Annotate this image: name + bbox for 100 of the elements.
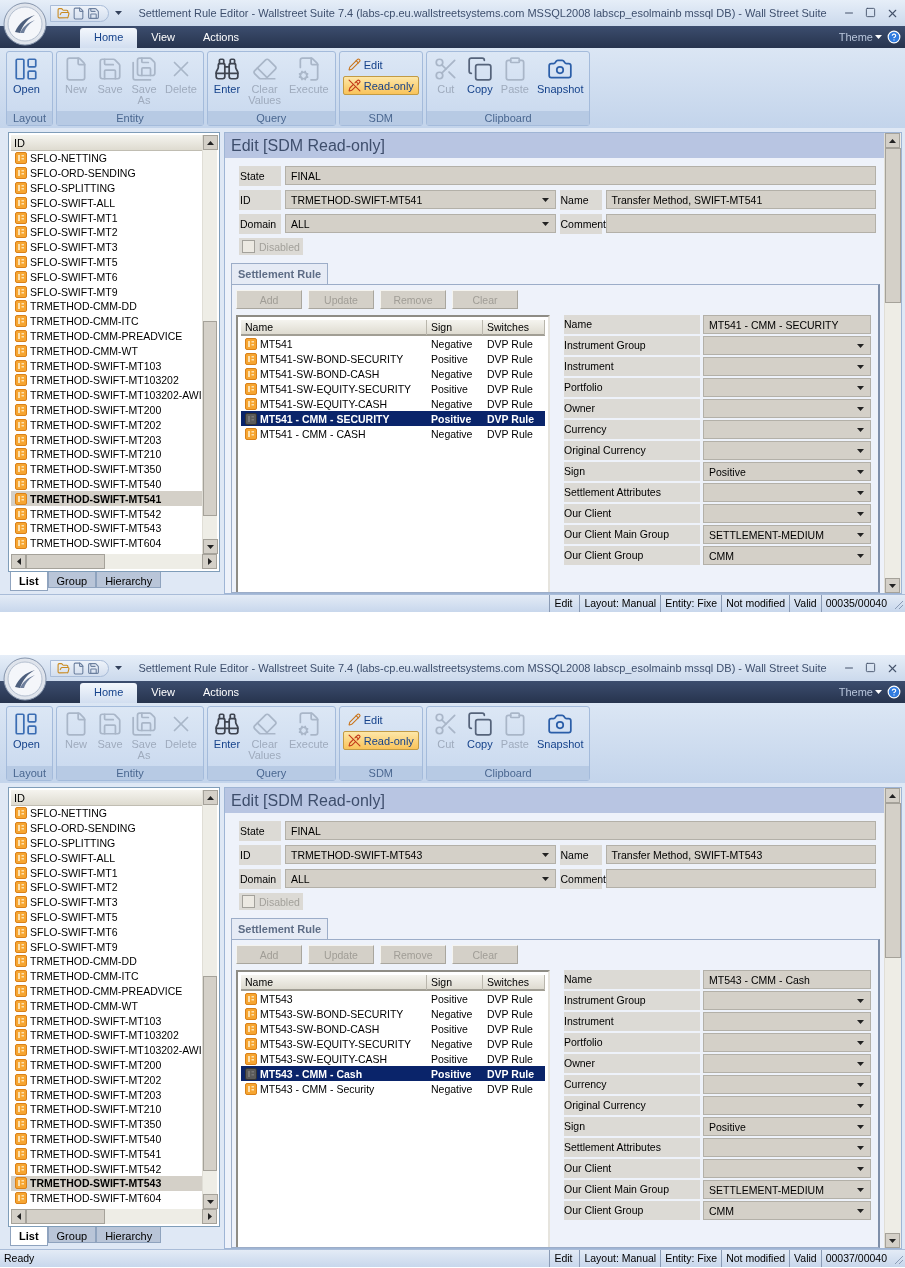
dropdown-field[interactable]: CMM <box>703 1201 871 1220</box>
dropdown-field[interactable]: Positive <box>703 1117 871 1136</box>
ribbon-button[interactable]: Copy <box>463 54 496 111</box>
list-item[interactable]: TRMETHOD-CMM-PREADVICE <box>11 983 202 999</box>
text-field[interactable]: FINAL <box>285 166 876 185</box>
list-item[interactable]: TRMETHOD-CMM-WT <box>11 343 202 359</box>
ribbon-button[interactable]: Copy <box>463 709 496 766</box>
column-header[interactable]: ID <box>11 135 202 151</box>
list-item[interactable]: TRMETHOD-SWIFT-MT540 <box>11 1131 202 1147</box>
rule-row[interactable]: MT541 - CMM - SECURITY Positive DVP Rule <box>241 411 545 426</box>
list-item[interactable]: SFLO-SPLITTING <box>11 180 202 196</box>
list-item[interactable]: TRMETHOD-SWIFT-MT200 <box>11 402 202 418</box>
list-item[interactable]: TRMETHOD-SWIFT-MT350 <box>11 461 202 477</box>
ribbon-tab[interactable]: Actions <box>189 28 254 48</box>
ribbon-tab[interactable]: Actions <box>189 683 254 703</box>
list-item[interactable]: TRMETHOD-SWIFT-MT103202-AWI <box>11 387 202 403</box>
column-header[interactable]: Sign <box>427 320 483 335</box>
list-item[interactable]: SFLO-SWIFT-MT6 <box>11 269 202 285</box>
list-item[interactable]: TRMETHOD-SWIFT-MT203 <box>11 432 202 447</box>
ribbon-button[interactable]: Snapshot <box>534 709 587 766</box>
horizontal-scrollbar[interactable] <box>11 1209 217 1224</box>
ribbon-toggle-button[interactable]: Edit <box>342 55 419 74</box>
dropdown-field[interactable] <box>703 357 871 376</box>
dropdown-field[interactable] <box>703 483 871 502</box>
column-header[interactable]: Name <box>241 975 427 990</box>
ribbon-button[interactable]: Enter <box>210 54 244 111</box>
text-field[interactable] <box>605 214 876 233</box>
ribbon-tab[interactable]: Home <box>80 28 138 48</box>
theme-menu[interactable]: Theme <box>838 31 873 43</box>
list-item[interactable]: TRMETHOD-SWIFT-MT540 <box>11 476 202 492</box>
list-item[interactable]: TRMETHOD-SWIFT-MT604 <box>11 1190 202 1206</box>
dropdown-field[interactable]: TRMETHOD-SWIFT-MT541 <box>285 190 556 209</box>
dropdown-field[interactable]: ALL <box>285 214 556 233</box>
ribbon-toggle-button[interactable]: Read-only <box>342 731 419 750</box>
dropdown-field[interactable] <box>703 1096 871 1115</box>
list-item[interactable]: TRMETHOD-SWIFT-MT210 <box>11 446 202 462</box>
list-item[interactable]: TRMETHOD-SWIFT-MT543 <box>11 520 202 536</box>
list-item[interactable]: SFLO-SWIFT-MT9 <box>11 939 202 954</box>
up-arrow-icon[interactable] <box>889 793 896 798</box>
ribbon-toggle-button[interactable]: Edit <box>342 710 419 729</box>
list-item[interactable]: TRMETHOD-SWIFT-MT200 <box>11 1057 202 1073</box>
help-icon[interactable] <box>887 30 901 44</box>
list-item[interactable]: TRMETHOD-SWIFT-MT103202 <box>11 1027 202 1043</box>
column-header[interactable]: Name <box>241 320 427 335</box>
sidebar-tab[interactable]: Hierarchy <box>96 572 162 588</box>
dropdown-field[interactable] <box>703 441 871 460</box>
list-item[interactable]: TRMETHOD-SWIFT-MT103202-AWI <box>11 1042 202 1058</box>
sidebar-tab[interactable]: Group <box>47 572 97 588</box>
list-item[interactable]: TRMETHOD-SWIFT-MT103 <box>11 358 202 373</box>
sidebar-tab[interactable]: Group <box>47 1227 97 1243</box>
list-item[interactable]: SFLO-SWIFT-MT5 <box>11 254 202 270</box>
list-item[interactable]: TRMETHOD-SWIFT-MT604 <box>11 535 202 551</box>
help-icon[interactable] <box>887 685 901 699</box>
text-field[interactable]: Transfer Method, SWIFT-MT541 <box>605 190 876 209</box>
folder-icon[interactable] <box>57 6 70 20</box>
list-item[interactable]: TRMETHOD-CMM-ITC <box>11 313 202 329</box>
dropdown-field[interactable] <box>703 1138 871 1157</box>
list-item[interactable]: SFLO-NETTING <box>11 151 202 166</box>
rule-row[interactable]: MT543-SW-BOND-CASH Positive DVP Rule <box>241 1021 545 1036</box>
up-arrow-icon[interactable] <box>207 140 214 145</box>
list-item[interactable]: SFLO-NETTING <box>11 806 202 821</box>
ribbon-tab[interactable]: View <box>137 28 189 48</box>
dropdown-field[interactable] <box>703 336 871 355</box>
dropdown-field[interactable] <box>703 1075 871 1094</box>
list-item[interactable]: TRMETHOD-SWIFT-MT543 <box>11 1175 202 1191</box>
rule-row[interactable]: MT541 - CMM - CASH Negative DVP Rule <box>241 426 545 441</box>
list-item[interactable]: SFLO-SWIFT-MT1 <box>11 210 202 225</box>
down-arrow-icon[interactable] <box>889 583 896 588</box>
list-item[interactable]: TRMETHOD-SWIFT-MT541 <box>11 491 202 507</box>
list-item[interactable]: TRMETHOD-SWIFT-MT350 <box>11 1116 202 1132</box>
ribbon-tab[interactable]: View <box>137 683 189 703</box>
rule-row[interactable]: MT543-SW-EQUITY-SECURITY Negative DVP Rule <box>241 1036 545 1051</box>
dropdown-field[interactable] <box>703 1012 871 1031</box>
sidebar-tab[interactable]: Hierarchy <box>96 1227 162 1243</box>
list-item[interactable]: SFLO-SWIFT-MT3 <box>11 894 202 910</box>
dropdown-field[interactable]: ALL <box>285 869 556 888</box>
list-item[interactable]: SFLO-SWIFT-MT2 <box>11 880 202 895</box>
sidebar-tab[interactable]: List <box>10 1227 48 1246</box>
column-header[interactable]: ID <box>11 790 202 806</box>
dropdown-field[interactable]: SETTLEMENT-MEDIUM <box>703 1180 871 1199</box>
up-arrow-icon[interactable] <box>889 138 896 143</box>
text-field[interactable]: MT543 - CMM - Cash <box>703 970 871 989</box>
up-arrow-icon[interactable] <box>207 795 214 800</box>
rule-row[interactable]: MT541-SW-EQUITY-SECURITY Positive DVP Rule <box>241 381 545 396</box>
scrollbar[interactable] <box>202 790 217 1209</box>
dropdown-field[interactable]: CMM <box>703 546 871 565</box>
dropdown-field[interactable]: TRMETHOD-SWIFT-MT543 <box>285 845 556 864</box>
rule-row[interactable]: MT541-SW-BOND-CASH Negative DVP Rule <box>241 366 545 381</box>
panel-tab[interactable]: Settlement Rule <box>231 263 329 284</box>
list-item[interactable]: TRMETHOD-CMM-PREADVICE <box>11 328 202 344</box>
dropdown-field[interactable] <box>703 504 871 523</box>
list-item[interactable]: TRMETHOD-CMM-DD <box>11 298 202 314</box>
column-header[interactable]: Switches <box>483 320 545 335</box>
folder-icon[interactable] <box>57 661 70 675</box>
panel-tab[interactable]: Settlement Rule <box>231 918 329 939</box>
rule-row[interactable]: MT541 Negative DVP Rule <box>241 336 545 351</box>
text-field[interactable]: FINAL <box>285 821 876 840</box>
ribbon-tab[interactable]: Home <box>80 683 138 703</box>
list-item[interactable]: SFLO-SWIFT-ALL <box>11 195 202 211</box>
text-field[interactable]: Transfer Method, SWIFT-MT543 <box>605 845 876 864</box>
